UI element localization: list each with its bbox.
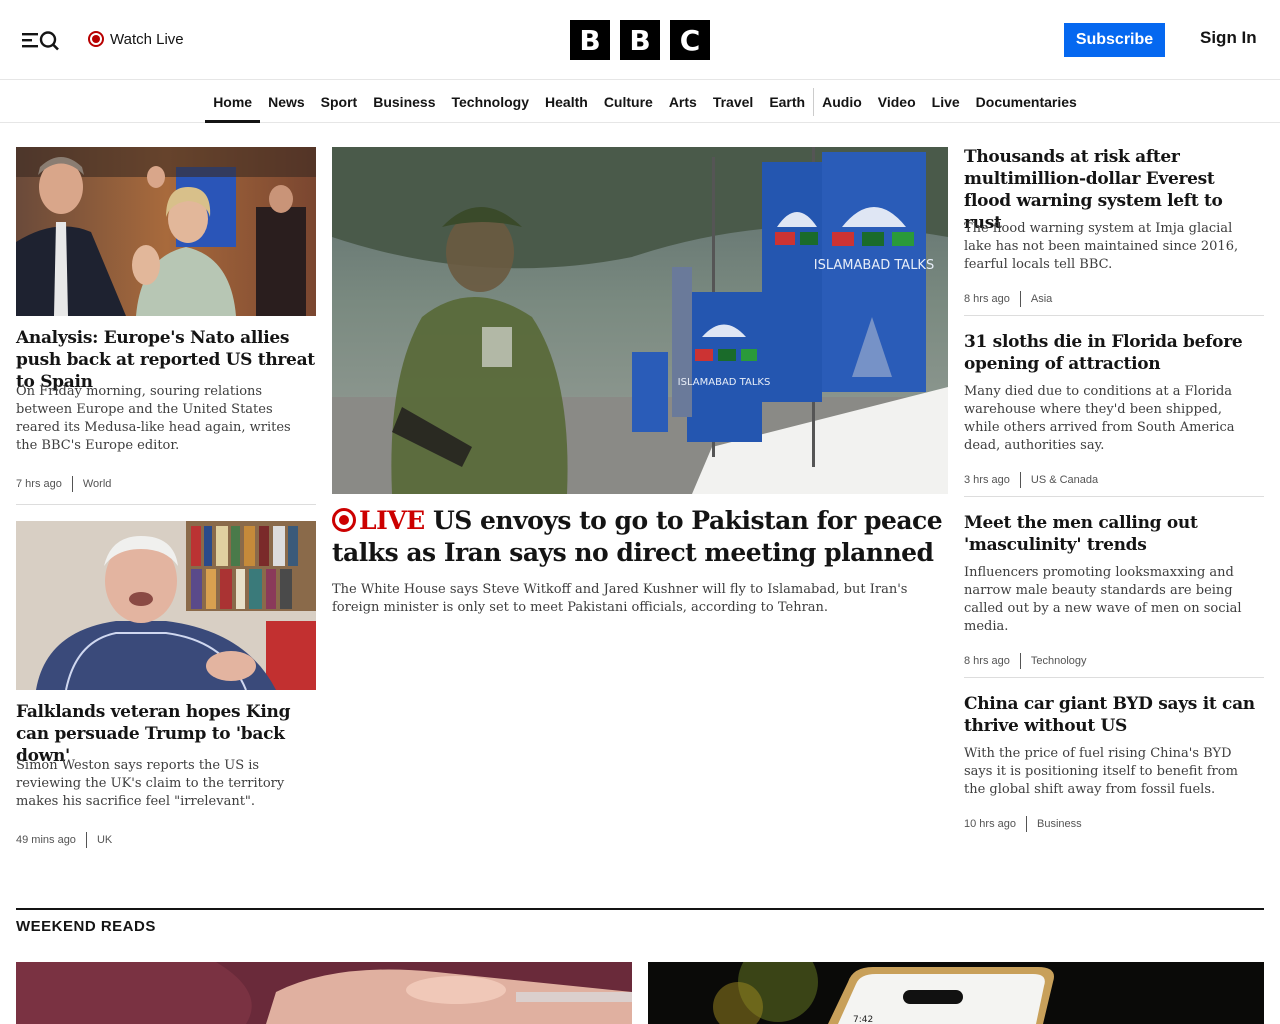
story-meta: 8 hrs ago Asia — [964, 291, 1052, 307]
subscribe-button[interactable]: Subscribe — [1064, 23, 1165, 57]
story-summary: Many died due to conditions at a Florida… — [964, 384, 1235, 453]
banner-text: ISLAMABAD TALKS — [678, 377, 771, 388]
photo-phone: 7:42 — [648, 962, 1264, 1024]
story-meta: 7 hrs ago World — [16, 476, 111, 492]
story-time: 8 hrs ago — [964, 293, 1010, 305]
nav-item-documentaries[interactable]: Documentaries — [968, 81, 1085, 123]
story-meta: 8 hrs ago Technology — [964, 653, 1087, 669]
nav-item-arts[interactable]: Arts — [661, 81, 705, 123]
watch-live-label: Watch Live — [110, 30, 184, 48]
nav-item-earth[interactable]: Earth — [761, 81, 813, 123]
menu-search-button[interactable] — [20, 28, 62, 52]
section-rule — [16, 908, 1264, 910]
photo-hand — [16, 962, 632, 1024]
logo-letter: C — [670, 20, 710, 60]
story-time: 8 hrs ago — [964, 655, 1010, 667]
phone-time: 7:42 — [853, 1015, 873, 1024]
nav-item-travel[interactable]: Travel — [705, 81, 761, 123]
story-meta: 10 hrs ago Business — [964, 816, 1082, 832]
story-section[interactable]: Technology — [1031, 655, 1087, 667]
meta-divider — [85, 832, 87, 848]
story-section[interactable]: Asia — [1031, 293, 1052, 305]
story-summary: Simon Weston says reports the US is revi… — [16, 758, 285, 809]
sign-in-button[interactable]: Sign In — [1192, 28, 1265, 52]
meta-divider — [1025, 816, 1027, 832]
story-divider — [964, 496, 1264, 497]
story-divider — [16, 504, 316, 505]
banner-text: ISLAMABAD TALKS — [814, 258, 934, 273]
meta-divider — [1019, 291, 1021, 307]
nav-item-health[interactable]: Health — [537, 81, 596, 123]
live-label: LIVE — [359, 506, 425, 535]
photo-veteran — [16, 521, 316, 690]
nav-item-sport[interactable]: Sport — [313, 81, 366, 123]
photo-politicians — [16, 147, 316, 316]
nav-item-audio[interactable]: Audio — [814, 81, 870, 123]
logo-letter: B — [620, 20, 660, 60]
meta-divider — [1019, 653, 1021, 669]
main-nav: Home News Sport Business Technology Heal… — [0, 81, 1280, 123]
story-meta: 49 mins ago UK — [16, 832, 112, 848]
meta-divider — [1019, 472, 1021, 488]
story-headline[interactable]: Meet the men calling out 'masculinity' t… — [964, 512, 1264, 556]
story-summary: On Friday morning, souring relations bet… — [16, 384, 291, 453]
story-meta: 3 hrs ago US & Canada — [964, 472, 1098, 488]
weekend-story-image-1[interactable] — [16, 962, 632, 1024]
watch-live-link[interactable]: Watch Live — [88, 28, 184, 50]
story-headline[interactable]: China car giant BYD says it can thrive w… — [964, 693, 1264, 737]
live-icon — [88, 31, 104, 47]
nav-item-news[interactable]: News — [260, 81, 313, 123]
story-summary: With the price of fuel rising China's BY… — [964, 746, 1238, 797]
site-header: Watch Live B B C Subscribe Sign In — [0, 0, 1280, 80]
story-time: 7 hrs ago — [16, 478, 62, 490]
photo-islamabad-talks: ISLAMABAD TALKS ISLAMABAD TALKS — [332, 147, 948, 494]
story-time: 49 mins ago — [16, 834, 76, 846]
live-badge: LIVE — [332, 506, 425, 535]
story-section[interactable]: UK — [97, 834, 112, 846]
nav-item-business[interactable]: Business — [365, 81, 443, 123]
story-headline[interactable]: 31 sloths die in Florida before opening … — [964, 331, 1264, 375]
main-story-headline[interactable]: LIVE US envoys to go to Pakistan for pea… — [332, 505, 948, 569]
story-summary: Influencers promoting looksmaxxing and n… — [964, 565, 1242, 634]
story-divider — [964, 677, 1264, 678]
story-image-falklands[interactable] — [16, 521, 316, 690]
nav-item-home[interactable]: Home — [205, 81, 261, 123]
weekend-story-image-2[interactable]: 7:42 — [648, 962, 1264, 1024]
bbc-logo[interactable]: B B C — [570, 20, 710, 60]
story-section[interactable]: World — [83, 478, 112, 490]
story-time: 10 hrs ago — [964, 818, 1016, 830]
story-section[interactable]: Business — [1037, 818, 1082, 830]
logo-letter: B — [570, 20, 610, 60]
story-time: 3 hrs ago — [964, 474, 1010, 486]
main-story-summary: The White House says Steve Witkoff and J… — [332, 582, 908, 615]
nav-item-technology[interactable]: Technology — [443, 81, 537, 123]
meta-divider — [71, 476, 73, 492]
nav-item-video[interactable]: Video — [870, 81, 924, 123]
nav-item-culture[interactable]: Culture — [596, 81, 661, 123]
main-story-image[interactable]: ISLAMABAD TALKS ISLAMABAD TALKS — [332, 147, 948, 494]
nav-item-live[interactable]: Live — [924, 81, 968, 123]
live-icon — [332, 508, 356, 532]
menu-search-icon — [22, 31, 59, 51]
story-divider — [964, 315, 1264, 316]
story-section[interactable]: US & Canada — [1031, 474, 1098, 486]
story-image-europe-nato[interactable] — [16, 147, 316, 316]
story-summary: The flood warning system at Imja glacial… — [964, 221, 1239, 272]
section-title-weekend-reads[interactable]: WEEKEND READS — [16, 918, 156, 935]
